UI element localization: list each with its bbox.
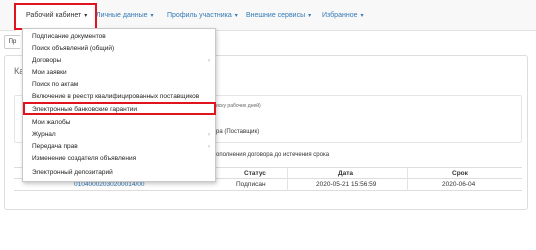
- menu-item-my-applications[interactable]: Мои заявки: [32, 67, 67, 79]
- menu-item-electronic-bank-guarantees[interactable]: Электронные банковские гарантии: [32, 104, 137, 116]
- menu-item-change-announcement-creator[interactable]: Изменение создателя объявления: [32, 153, 136, 165]
- nav-label: Профиль участника: [167, 12, 232, 19]
- menu-item-announcement-search[interactable]: Поиск объявлений (общий): [32, 43, 114, 55]
- caret-down-icon: ▾: [150, 13, 154, 19]
- menu-item-acts-search[interactable]: Поиск по актам: [32, 79, 78, 91]
- menu-item-my-complaints[interactable]: Мои жалобы: [32, 117, 70, 129]
- chevron-right-icon: ›: [208, 132, 210, 138]
- menu-item-document-signing[interactable]: Подписание документов: [32, 31, 106, 43]
- page-button-label: Пр: [8, 39, 17, 45]
- work-cabinet-dropdown: Подписание документов Поиск объявлений (…: [22, 28, 216, 182]
- party-label: ра (Поставщик): [216, 129, 260, 135]
- menu-item-rights-transfer[interactable]: Передача прав: [32, 141, 78, 153]
- chevron-right-icon: ›: [208, 58, 210, 64]
- caret-down-icon: ▾: [360, 13, 364, 19]
- caret-down-icon: ▾: [308, 13, 312, 19]
- nav-label: Личные данные: [96, 12, 148, 19]
- caret-down-icon: ▾: [234, 13, 238, 19]
- row-term: 2020-06-04: [442, 181, 476, 188]
- menu-item-contracts[interactable]: Договоры: [32, 55, 61, 67]
- row-date: 2020-05-21 15:56:59: [316, 181, 377, 188]
- nav-item-personal-data[interactable]: Личные данные ▾: [96, 0, 154, 31]
- app-window: Рабочий кабинет ▾ Личные данные ▾ Профил…: [0, 0, 536, 250]
- chevron-right-icon: ›: [208, 144, 210, 150]
- nav-label: Внешние сервисы: [246, 12, 306, 19]
- menu-item-journal[interactable]: Журнал: [32, 129, 56, 141]
- top-navbar: Рабочий кабинет ▾ Личные данные ▾ Профил…: [0, 0, 536, 31]
- column-divider: [287, 167, 288, 191]
- nav-item-work-cabinet[interactable]: Рабочий кабинет ▾: [16, 0, 94, 31]
- caret-down-icon: ▾: [84, 13, 88, 19]
- nav-item-participant-profile[interactable]: Профиль участника ▾: [167, 0, 238, 31]
- page-button[interactable]: Пр: [4, 35, 20, 49]
- menu-item-electronic-depository[interactable]: Электронный депозитарий: [32, 167, 113, 179]
- nav-label: Избранное: [322, 12, 358, 19]
- nav-label: Рабочий кабинет: [26, 12, 82, 19]
- working-days-note: иску рабочих дней): [216, 103, 261, 109]
- deadline-text: ополнения договора до истечения срока: [216, 152, 330, 158]
- nav-item-external-services[interactable]: Внешние сервисы ▾: [246, 0, 311, 31]
- row-status: Подписан: [236, 181, 266, 188]
- column-divider: [407, 167, 408, 191]
- nav-item-favorites[interactable]: Избранное ▾: [322, 0, 364, 31]
- menu-item-qualified-suppliers-registry[interactable]: Включение в реестр квалифицированных пос…: [32, 91, 199, 103]
